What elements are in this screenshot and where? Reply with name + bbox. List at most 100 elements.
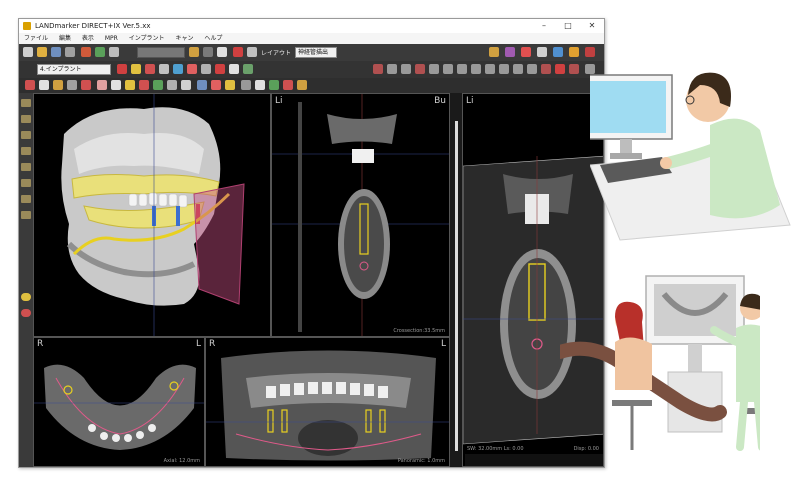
ok-icon[interactable] [269, 80, 279, 90]
patient-dropdown[interactable]: 4.インプラント [37, 64, 111, 75]
redo-icon[interactable] [95, 47, 105, 57]
ruler-icon[interactable] [159, 64, 169, 74]
marker-icon[interactable] [233, 47, 243, 57]
slice-select-dropdown[interactable]: 神経管描出 [295, 47, 337, 58]
cancel-icon[interactable] [283, 80, 293, 90]
viewport-3d[interactable] [33, 93, 271, 337]
check-icon[interactable] [243, 64, 253, 74]
crop-icon[interactable] [67, 80, 77, 90]
tool-toolbar [19, 78, 604, 94]
tooth-26-icon[interactable] [541, 64, 551, 74]
window-title: LANDmarker DIRECT+IX Ver.5.xx [35, 22, 151, 30]
tooth-12-icon[interactable] [387, 64, 397, 74]
tool-7-icon[interactable] [21, 195, 31, 203]
zoom-icon[interactable] [217, 47, 227, 57]
report-icon[interactable] [505, 47, 515, 57]
grid-icon[interactable] [241, 80, 251, 90]
tooth-16-icon[interactable] [443, 64, 453, 74]
delete-icon[interactable] [81, 80, 91, 90]
patient-body [615, 337, 652, 390]
screenshot-icon[interactable] [197, 80, 207, 90]
tool-4-icon[interactable] [21, 147, 31, 155]
implant-library-icon[interactable] [131, 64, 141, 74]
nerve-view-icon[interactable] [139, 80, 149, 90]
close-icon[interactable]: ✕ [580, 19, 604, 33]
minimize-icon[interactable]: – [532, 19, 556, 33]
tooth-23-icon[interactable] [499, 64, 509, 74]
tooth-21-icon[interactable] [471, 64, 481, 74]
tool-8-icon[interactable] [21, 211, 31, 219]
tooth-11-icon[interactable] [373, 64, 383, 74]
crown-icon[interactable] [187, 64, 197, 74]
pointer-icon[interactable] [25, 80, 35, 90]
measure-icon[interactable] [189, 47, 199, 57]
save-icon[interactable] [51, 47, 61, 57]
reset-icon[interactable] [181, 80, 191, 90]
implant-view-icon[interactable] [125, 80, 135, 90]
tool-5-icon[interactable] [21, 163, 31, 171]
teeth-view-icon[interactable] [111, 80, 121, 90]
menu-cancel[interactable]: キャン [175, 35, 193, 42]
menu-help[interactable]: ヘルプ [204, 35, 222, 42]
tooth-14-icon[interactable] [415, 64, 425, 74]
annotation-icon[interactable] [255, 80, 265, 90]
consultation-illustration [560, 275, 760, 451]
rotate-icon[interactable] [247, 47, 257, 57]
dentist-hand [660, 157, 672, 169]
tool-1-icon[interactable] [21, 99, 31, 107]
lock-icon[interactable] [569, 47, 579, 57]
viewport-axial[interactable]: R L Axial: 12.0mm [33, 337, 205, 467]
color-icon[interactable] [211, 80, 221, 90]
tool-6-icon[interactable] [21, 179, 31, 187]
tooth-15-icon[interactable] [429, 64, 439, 74]
menu-implant[interactable]: インプラント [129, 35, 165, 42]
export-icon[interactable] [489, 47, 499, 57]
tool-3-icon[interactable] [21, 131, 31, 139]
print-icon[interactable] [65, 47, 75, 57]
implant-add-icon[interactable] [117, 64, 127, 74]
new-file-icon[interactable] [23, 47, 33, 57]
nerve-trace-icon[interactable] [145, 64, 155, 74]
slice-slider-track[interactable] [455, 121, 458, 451]
sleeve-icon[interactable] [215, 64, 225, 74]
slice-slider[interactable] [450, 93, 462, 467]
tooth-13-icon[interactable] [401, 64, 411, 74]
open-folder-icon[interactable] [37, 47, 47, 57]
guide-icon[interactable] [229, 64, 239, 74]
undo-icon[interactable] [81, 47, 91, 57]
viewport-panoramic[interactable]: R L Panoramic: 1.0mm [205, 337, 450, 467]
crosssection-ct-image [272, 94, 449, 336]
alert-icon[interactable] [521, 47, 531, 57]
view-dropdown[interactable] [137, 47, 185, 58]
opacity-icon[interactable] [153, 80, 163, 90]
panoramic-ct-image [206, 350, 449, 461]
menu-edit[interactable]: 編集 [59, 35, 71, 42]
pan-icon[interactable] [39, 80, 49, 90]
tooth-24-icon[interactable] [513, 64, 523, 74]
tooth-25-icon[interactable] [527, 64, 537, 74]
settings-icon[interactable] [537, 47, 547, 57]
brightness-icon[interactable] [53, 80, 63, 90]
tooth-27-icon[interactable] [555, 64, 565, 74]
light-icon[interactable] [225, 80, 235, 90]
menu-file[interactable]: ファイル [24, 35, 48, 42]
tooth-22-icon[interactable] [485, 64, 495, 74]
skull-view-icon[interactable] [97, 80, 107, 90]
tooth-17-icon[interactable] [457, 64, 467, 74]
info-icon[interactable] [553, 47, 563, 57]
window-level-icon[interactable] [203, 47, 213, 57]
maximize-icon[interactable]: □ [556, 19, 580, 33]
tooth-28-icon[interactable] [569, 64, 579, 74]
bookmark-icon[interactable] [297, 80, 307, 90]
sun-icon[interactable] [21, 293, 31, 301]
record-icon[interactable] [21, 309, 31, 317]
left-toolbar [19, 93, 33, 467]
menu-mpr[interactable]: MPR [105, 35, 118, 42]
viewport-crosssection[interactable]: Li Bu Crossection:33.5mm [271, 93, 450, 337]
cursor-icon[interactable] [109, 47, 119, 57]
clip-icon[interactable] [167, 80, 177, 90]
bone-icon[interactable] [201, 64, 211, 74]
menu-view[interactable]: 表示 [82, 35, 94, 42]
tool-2-icon[interactable] [21, 115, 31, 123]
angle-icon[interactable] [173, 64, 183, 74]
